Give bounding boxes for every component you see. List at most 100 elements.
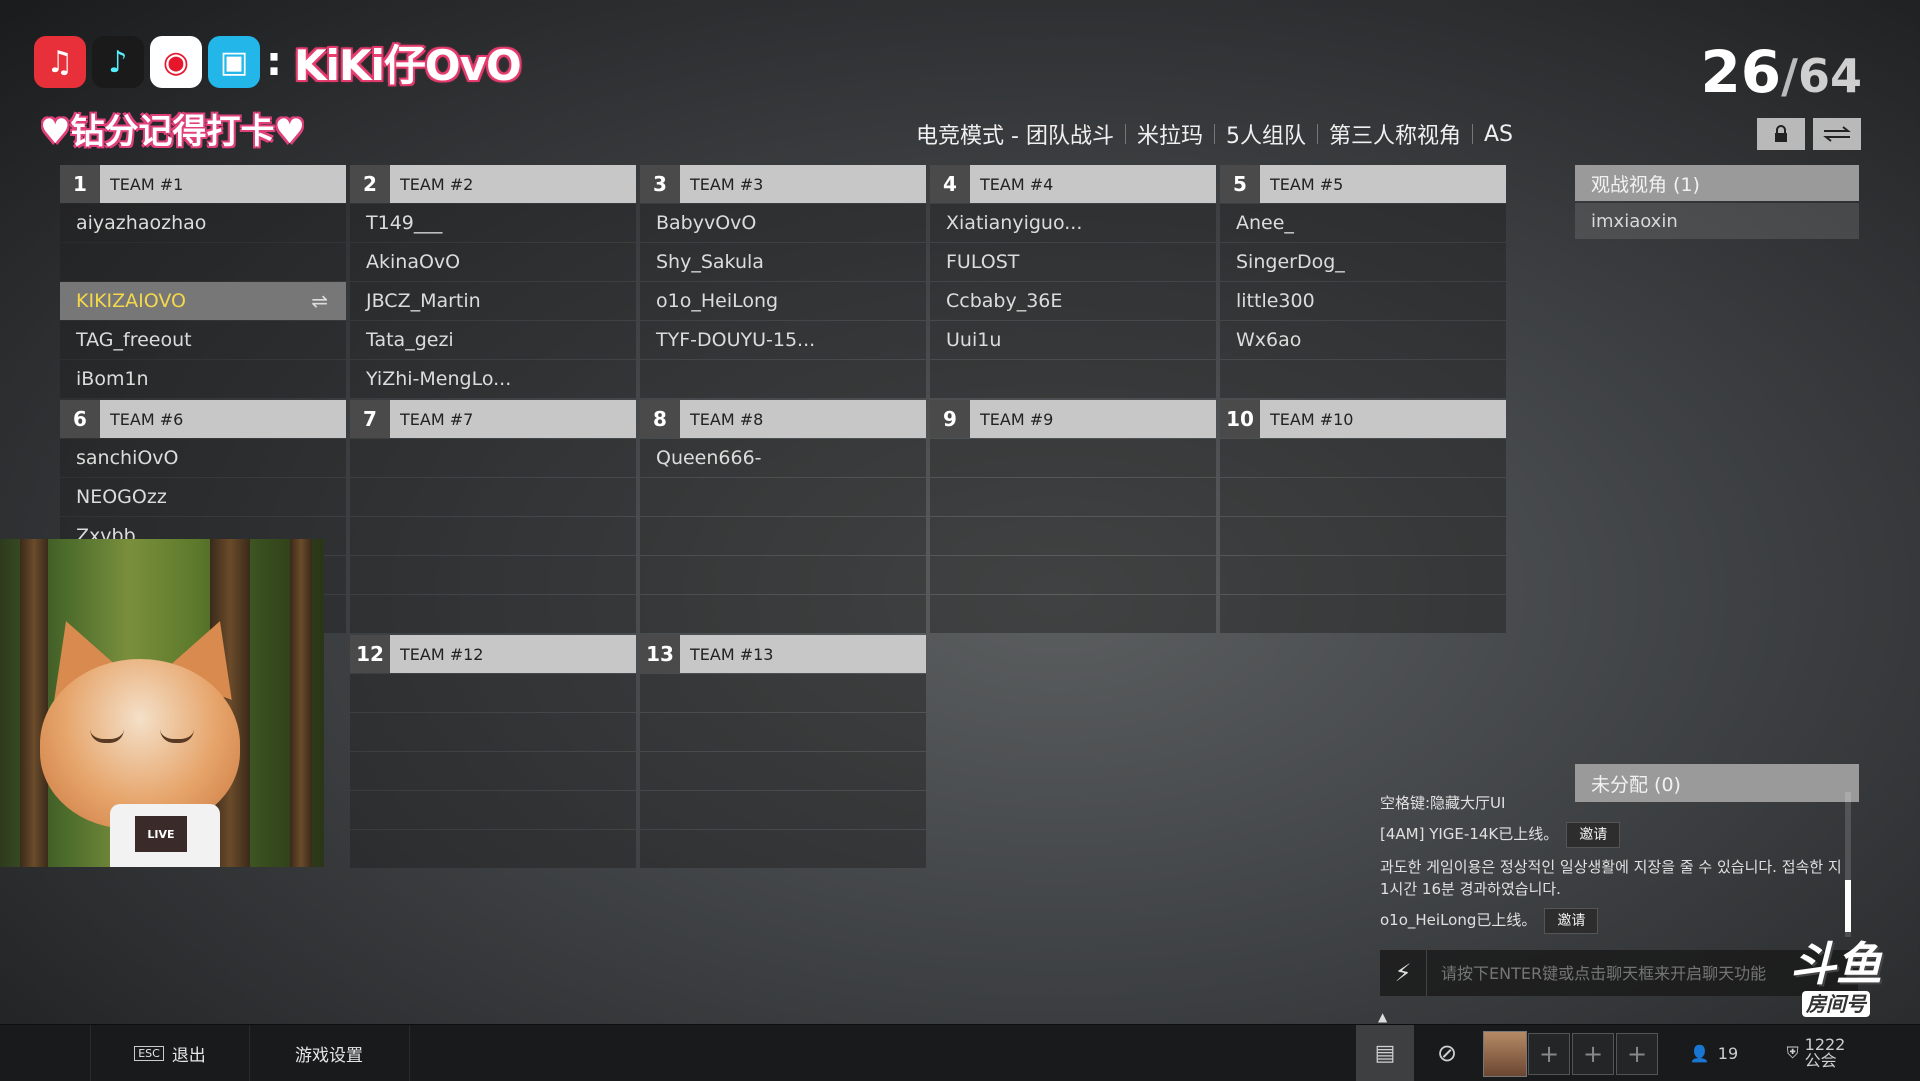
team-slot[interactable] (930, 478, 1216, 516)
divider (1471, 124, 1473, 144)
team-slot[interactable] (350, 713, 636, 751)
team-slot[interactable]: aiyazhaozhao (60, 204, 346, 242)
team-slot[interactable]: sanchiOvO (60, 439, 346, 477)
team-slot[interactable]: NEOGOzz (60, 478, 346, 516)
team-slot[interactable] (640, 791, 926, 829)
spectator-player[interactable]: imxiaoxin (1575, 203, 1859, 239)
guild-button[interactable]: ⛨ 1222 公会 (1776, 1025, 1856, 1081)
team-slot[interactable] (350, 556, 636, 594)
swap-slot-icon[interactable]: ⇌ (311, 289, 328, 313)
team-slot[interactable] (930, 595, 1216, 633)
team-slot[interactable]: Uui1u (930, 321, 1216, 359)
add-party-slot[interactable]: + (1572, 1033, 1614, 1075)
team-slot[interactable]: Tata_gezi (350, 321, 636, 359)
team-slot[interactable] (640, 674, 926, 712)
add-party-slot[interactable]: + (1616, 1033, 1658, 1075)
player-name: little300 (1236, 290, 1315, 312)
team-slot[interactable]: Anee_ (1220, 204, 1506, 242)
team-slot[interactable]: o1o_HeiLong (640, 282, 926, 320)
team-slot[interactable]: TAG_freeout (60, 321, 346, 359)
team-slot[interactable] (640, 517, 926, 555)
lightning-icon[interactable]: ⚡ (1380, 950, 1427, 996)
team-slot[interactable]: YiZhi-MengLo... (350, 360, 636, 398)
team-header[interactable]: 7 TEAM #7 (350, 400, 636, 438)
team-slot[interactable] (640, 830, 926, 868)
party-member-avatar[interactable] (1483, 1031, 1527, 1077)
team-card: 9 TEAM #9 (930, 400, 1216, 633)
team-slot[interactable] (350, 439, 636, 477)
team-slot[interactable] (1220, 478, 1506, 516)
team-slot[interactable] (350, 674, 636, 712)
team-slot[interactable]: Wx6ao (1220, 321, 1506, 359)
team-slot[interactable] (350, 830, 636, 868)
team-slot[interactable]: Queen666- (640, 439, 926, 477)
spectator-header[interactable]: 观战视角 (1) (1575, 165, 1859, 201)
team-slot[interactable] (640, 752, 926, 790)
team-slot[interactable]: SingerDog_ (1220, 243, 1506, 281)
exit-button[interactable]: ESC 退出 (90, 1025, 250, 1081)
team-slot[interactable] (640, 595, 926, 633)
team-slot[interactable]: FULOST (930, 243, 1216, 281)
mode-map: 米拉玛 (1136, 124, 1203, 149)
swap-button[interactable] (1813, 118, 1861, 150)
team-slot[interactable] (350, 517, 636, 555)
chat-scrollbar-thumb[interactable] (1845, 880, 1851, 932)
team-slot[interactable] (1220, 517, 1506, 555)
add-party-slot[interactable]: + (1528, 1033, 1570, 1075)
team-header[interactable]: 9 TEAM #9 (930, 400, 1216, 438)
team-header[interactable]: 3 TEAM #3 (640, 165, 926, 203)
team-slot[interactable] (1220, 595, 1506, 633)
invite-button[interactable]: 邀请 (1566, 822, 1621, 848)
team-slot[interactable] (640, 556, 926, 594)
team-slot[interactable]: Ccbaby_36E (930, 282, 1216, 320)
chevron-up-icon[interactable]: ▲ (1378, 1010, 1387, 1024)
team-header[interactable]: 1 TEAM #1 (60, 165, 346, 203)
team-slot[interactable] (350, 791, 636, 829)
team-slot[interactable]: KIKIZAIOVO ⇌ (60, 282, 346, 320)
team-header[interactable]: 10 TEAM #10 (1220, 400, 1506, 438)
team-slot[interactable] (350, 752, 636, 790)
team-slot[interactable] (930, 360, 1216, 398)
team-slot[interactable] (930, 556, 1216, 594)
team-slot[interactable]: little300 (1220, 282, 1506, 320)
team-slot[interactable] (930, 439, 1216, 477)
team-slot[interactable]: AkinaOvO (350, 243, 636, 281)
team-slot[interactable] (1220, 360, 1506, 398)
team-header[interactable]: 8 TEAM #8 (640, 400, 926, 438)
swap-icon (1823, 126, 1851, 142)
team-slot[interactable]: T149___ (350, 204, 636, 242)
team-slot[interactable] (640, 478, 926, 516)
team-slot[interactable]: iBom1n (60, 360, 346, 398)
team-header[interactable]: 13 TEAM #13 (640, 635, 926, 673)
team-header[interactable]: 2 TEAM #2 (350, 165, 636, 203)
lock-button[interactable] (1757, 118, 1805, 150)
team-slot[interactable] (640, 360, 926, 398)
team-slot[interactable]: JBCZ_Martin (350, 282, 636, 320)
divider (1124, 124, 1126, 144)
team-slot[interactable]: TYF-DOUYU-15... (640, 321, 926, 359)
player-name: TAG_freeout (76, 329, 192, 351)
team-slot[interactable] (350, 595, 636, 633)
team-header[interactable]: 12 TEAM #12 (350, 635, 636, 673)
team-slot[interactable]: Shy_Sakula (640, 243, 926, 281)
no-voice-icon[interactable]: ⊘ (1418, 1025, 1476, 1081)
friends-button[interactable]: 👤 19 (1684, 1025, 1744, 1081)
team-slot[interactable] (1220, 439, 1506, 477)
team-slot[interactable]: BabyvOvO (640, 204, 926, 242)
game-settings-button[interactable]: 游戏设置 (249, 1025, 410, 1081)
team-slot[interactable] (350, 478, 636, 516)
team-number: 12 (350, 635, 390, 673)
team-slot[interactable] (60, 243, 346, 281)
team-slot[interactable] (1220, 556, 1506, 594)
team-slot[interactable] (640, 713, 926, 751)
invite-button[interactable]: 邀请 (1544, 908, 1599, 934)
chat-toggle-button[interactable]: ▤ (1356, 1025, 1414, 1081)
team-slot[interactable] (930, 517, 1216, 555)
team-number: 5 (1220, 165, 1260, 203)
spectator-panel: 观战视角 (1) imxiaoxin (1575, 165, 1859, 239)
team-number: 1 (60, 165, 100, 203)
team-header[interactable]: 6 TEAM #6 (60, 400, 346, 438)
team-slot[interactable]: Xiatianyiguo... (930, 204, 1216, 242)
team-header[interactable]: 5 TEAM #5 (1220, 165, 1506, 203)
team-header[interactable]: 4 TEAM #4 (930, 165, 1216, 203)
